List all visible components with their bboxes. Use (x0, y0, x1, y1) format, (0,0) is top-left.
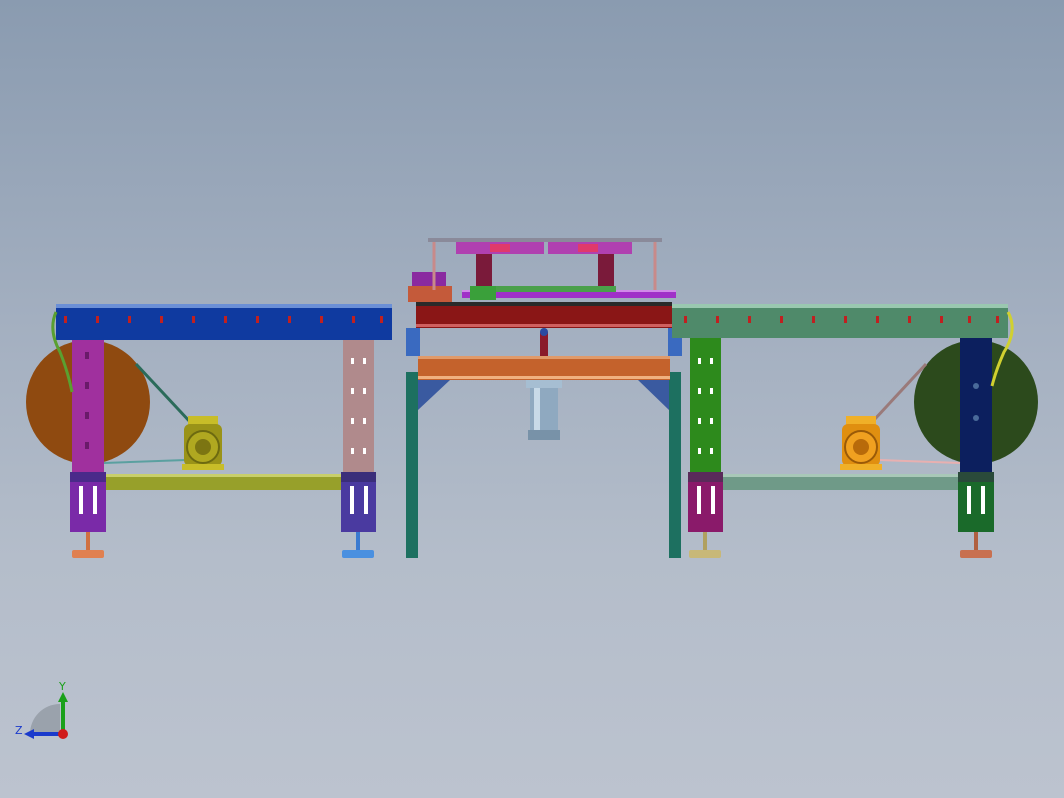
center-lower-beam-edge (418, 356, 670, 359)
right-rear-base-bracket[interactable] (958, 472, 994, 532)
x-axis-origin-dot-icon (58, 729, 68, 739)
center-left-actuator[interactable] (412, 272, 446, 286)
right-conveyor-assembly[interactable] (672, 304, 1038, 558)
center-green-slide (496, 286, 616, 292)
left-conveyor-beam-top (56, 304, 392, 308)
right-crossbar-highlight (722, 474, 960, 477)
right-rear-leg[interactable] (960, 338, 992, 478)
left-conveyor-assembly[interactable] (26, 304, 392, 558)
left-belt-lower (103, 459, 187, 464)
center-lower-beam-stripe (418, 376, 670, 379)
center-left-gusset (418, 380, 450, 410)
right-front-foot[interactable] (689, 532, 721, 558)
right-drive-motor[interactable] (840, 416, 882, 470)
z-axis-label: Z (15, 724, 23, 737)
center-green-carriage[interactable] (470, 286, 496, 300)
left-crossbar-highlight (104, 474, 342, 477)
gantry-left-clamp[interactable] (456, 242, 544, 286)
left-drive-motor[interactable] (182, 416, 224, 470)
triad-arc (30, 704, 60, 734)
cylinder-rod-end (540, 328, 548, 336)
gantry-top-bar[interactable] (428, 238, 662, 242)
left-front-foot[interactable] (72, 532, 104, 558)
right-rear-foot[interactable] (960, 532, 992, 558)
coordinate-triad[interactable]: Y Z (10, 676, 80, 746)
center-station-assembly[interactable] (406, 238, 682, 558)
center-right-gusset (638, 380, 669, 410)
center-frame-left-leg[interactable] (406, 372, 418, 558)
right-conveyor-beam[interactable] (672, 306, 1008, 338)
center-left-side-block (406, 328, 420, 356)
left-rear-base-bracket[interactable] (341, 472, 376, 532)
left-rear-leg[interactable] (343, 338, 374, 478)
center-upper-beam-top (416, 302, 672, 306)
right-front-leg[interactable] (690, 338, 721, 478)
left-front-base-bracket[interactable] (70, 472, 106, 532)
left-rear-foot[interactable] (342, 532, 374, 558)
right-front-base-bracket[interactable] (688, 472, 723, 532)
gantry-right-clamp[interactable] (548, 242, 632, 286)
right-belt-lower (879, 459, 961, 464)
right-conveyor-beam-top (672, 304, 1008, 308)
center-upper-beam-stripe (416, 324, 672, 327)
center-left-block[interactable] (408, 286, 452, 302)
y-axis-label: Y (58, 680, 66, 693)
center-frame-right-leg[interactable] (669, 372, 681, 558)
cad-model-viewport[interactable] (0, 0, 1064, 798)
lift-cylinder[interactable] (526, 380, 562, 440)
